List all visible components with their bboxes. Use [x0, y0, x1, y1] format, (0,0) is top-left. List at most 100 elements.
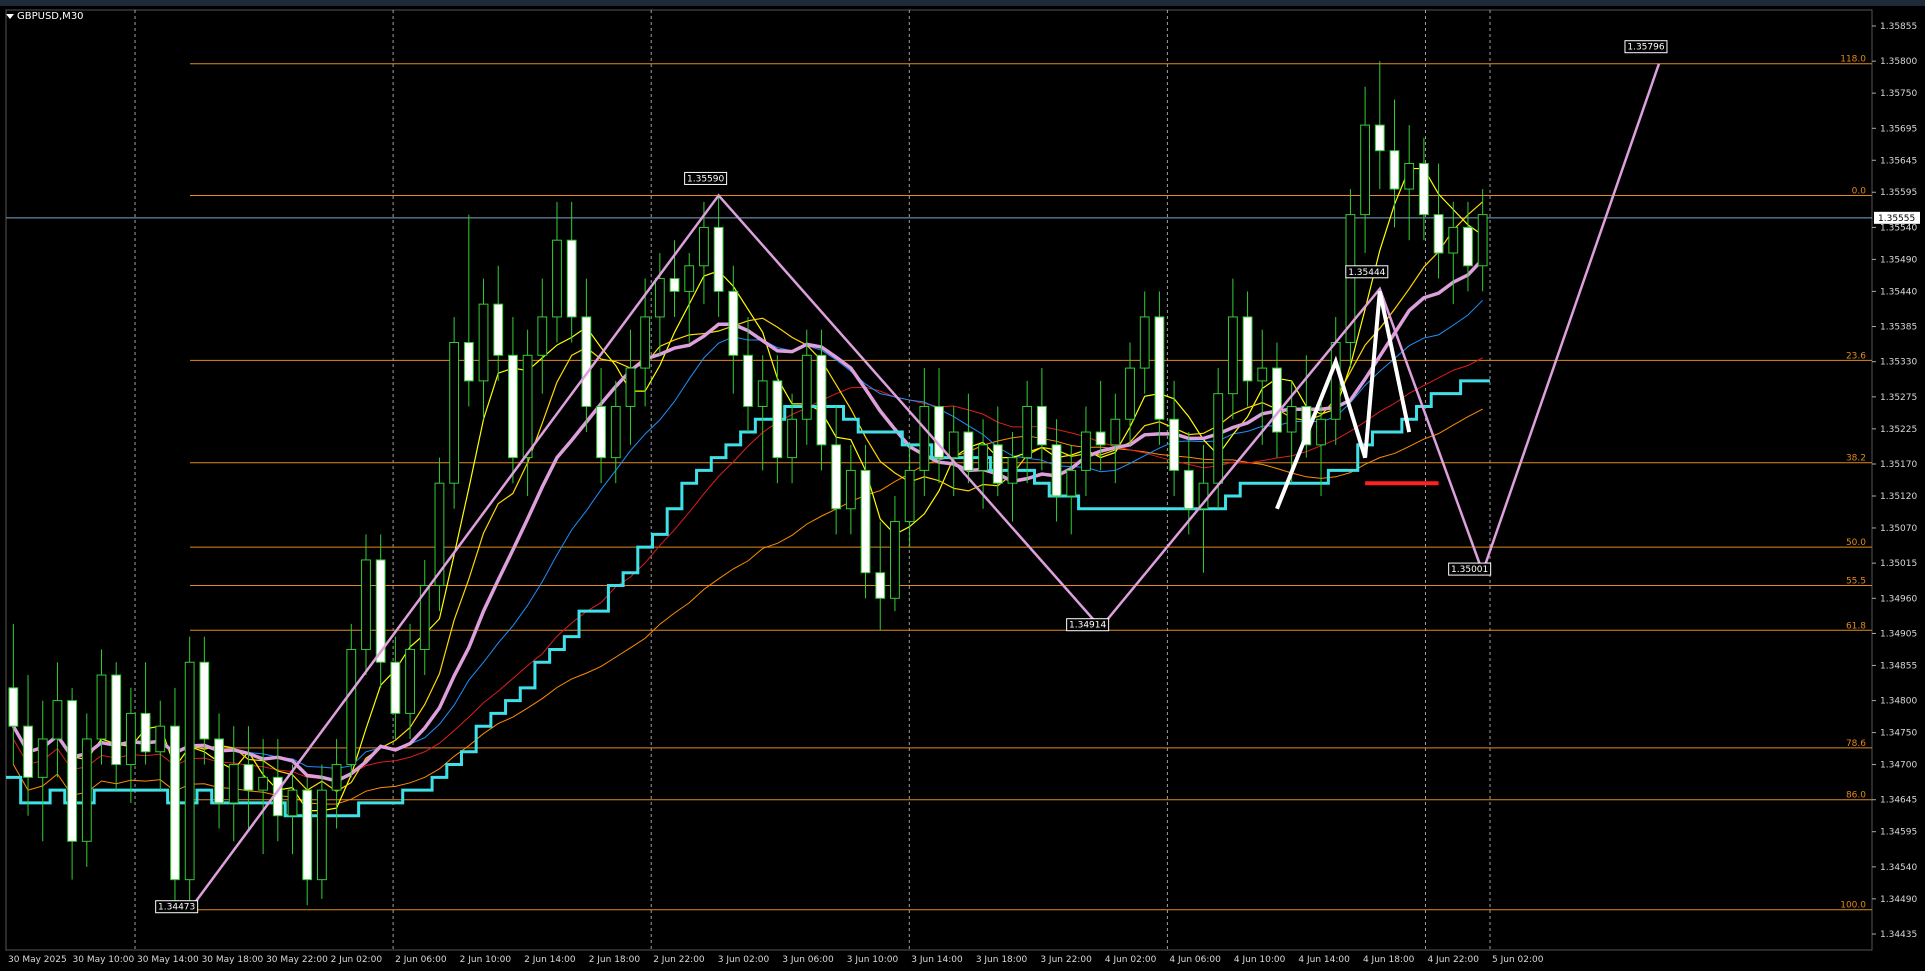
candle-body	[552, 239, 562, 318]
candle-body	[566, 239, 577, 318]
y-axis-label: 1.34855	[1880, 661, 1917, 671]
candle-body	[463, 342, 474, 382]
candle-body	[8, 687, 19, 727]
fibo-level-label: 23.6	[1846, 351, 1866, 361]
candle-body	[860, 469, 871, 574]
swing-price-label: 1.35590	[687, 174, 724, 184]
candle-body	[1022, 405, 1033, 459]
ma-mid-yellow-line	[12, 201, 1484, 793]
x-axis-label: 30 May 22:00	[266, 955, 328, 965]
candle-body	[52, 700, 63, 740]
candle-body	[787, 418, 797, 459]
x-axis-label: 3 Jun 06:00	[782, 955, 834, 965]
swing-price-label: 1.35001	[1451, 565, 1488, 575]
candle-body	[67, 700, 78, 842]
candle-body	[625, 367, 636, 407]
candle-body	[1477, 214, 1488, 267]
candle-body	[684, 265, 695, 292]
candle-body	[1139, 316, 1150, 369]
candle-body	[331, 764, 342, 791]
y-axis-label: 1.34800	[1880, 697, 1917, 707]
y-axis-label: 1.35440	[1880, 287, 1917, 297]
candle-body	[596, 405, 606, 459]
x-axis-label: 30 May 14:00	[137, 955, 199, 965]
candle-body	[978, 444, 988, 471]
candle-body	[199, 661, 210, 740]
candle-body	[155, 725, 166, 753]
candle-body	[1242, 316, 1253, 382]
candle-body	[1169, 418, 1180, 471]
y-axis-label: 1.35015	[1880, 559, 1917, 569]
candle-body	[1007, 457, 1018, 484]
candle-body	[170, 725, 180, 881]
x-axis-label: 3 Jun 18:00	[976, 955, 1028, 965]
fibo-level-label: 0.0	[1852, 186, 1867, 196]
candle-body	[669, 278, 680, 292]
swing-price-label: 1.34914	[1069, 621, 1106, 631]
candle-body	[581, 316, 592, 407]
y-axis-label: 1.34645	[1880, 796, 1917, 806]
candle-body	[772, 380, 783, 459]
x-axis-label: 4 Jun 02:00	[1105, 955, 1157, 965]
candle-body	[228, 764, 239, 804]
candle-body	[1081, 431, 1091, 471]
fibo-level-label: 38.2	[1846, 454, 1866, 464]
candle-body	[23, 725, 33, 778]
x-axis-label: 2 Jun 14:00	[524, 955, 576, 965]
fibo-level-label: 50.0	[1846, 538, 1866, 548]
candle-body	[1036, 405, 1047, 446]
x-axis-label: 4 Jun 18:00	[1363, 955, 1415, 965]
y-axis-label: 1.35750	[1880, 89, 1917, 99]
x-axis-label: 3 Jun 10:00	[847, 955, 899, 965]
candle-body	[831, 444, 842, 510]
candle-body	[1374, 124, 1385, 152]
y-axis-label: 1.34960	[1880, 594, 1917, 604]
candle-body	[508, 354, 518, 459]
y-axis-label: 1.34905	[1880, 629, 1917, 639]
candle-body	[699, 226, 709, 267]
candle-body	[302, 789, 313, 881]
candle-body	[757, 380, 768, 407]
y-axis-label: 1.35595	[1880, 188, 1917, 198]
y-axis-label: 1.35855	[1880, 22, 1917, 32]
candle-body	[522, 354, 533, 459]
y-axis-label: 1.35645	[1880, 156, 1917, 166]
candle-body	[361, 559, 371, 650]
candle-body	[1125, 367, 1135, 420]
candle-body	[1110, 418, 1121, 446]
candle-body	[728, 290, 739, 356]
candle-body	[1286, 405, 1297, 433]
x-axis-label: 2 Jun 02:00	[331, 955, 383, 965]
y-axis-label: 1.35695	[1880, 124, 1917, 134]
candle-body	[125, 712, 136, 766]
candle-body	[1066, 469, 1077, 497]
candle-body	[1051, 444, 1062, 497]
candle-body	[1257, 367, 1268, 382]
x-axis-label: 4 Jun 10:00	[1234, 955, 1286, 965]
candle-body	[816, 354, 827, 446]
candle-body	[1227, 316, 1238, 395]
y-axis-label: 1.35540	[1880, 223, 1917, 233]
x-axis-label: 2 Jun 06:00	[395, 955, 447, 965]
candle-body	[1433, 214, 1444, 254]
y-axis-label: 1.34435	[1880, 930, 1917, 940]
x-axis-label: 3 Jun 02:00	[718, 955, 770, 965]
trading-terminal-window: GBPUSD,M30 118.0 0.0 23.6 38.2 50.0 55.5 61.8 7…	[0, 0, 1925, 971]
candle-body	[919, 405, 930, 471]
y-axis-label: 1.34490	[1880, 895, 1917, 905]
y-axis-label: 1.35170	[1880, 460, 1917, 470]
candle-body	[37, 738, 48, 778]
y-axis-label: 1.35070	[1880, 524, 1917, 534]
candle-body	[316, 789, 327, 881]
candle-body	[1404, 162, 1415, 190]
candle-body	[1389, 150, 1400, 190]
candle-body	[610, 405, 621, 459]
price-chart[interactable]: 118.0 0.0 23.6 38.2 50.0 55.5 61.8 78.6 86.0 100.…	[0, 0, 1925, 971]
x-axis-label: 4 Jun 14:00	[1298, 955, 1350, 965]
y-axis-label: 1.34540	[1880, 863, 1917, 873]
fibo-level-label: 86.0	[1846, 791, 1866, 801]
candle-body	[96, 674, 107, 740]
candle-body	[1272, 367, 1282, 433]
swing-price-label: 1.34473	[158, 903, 195, 913]
y-axis-label: 1.35330	[1880, 358, 1917, 368]
